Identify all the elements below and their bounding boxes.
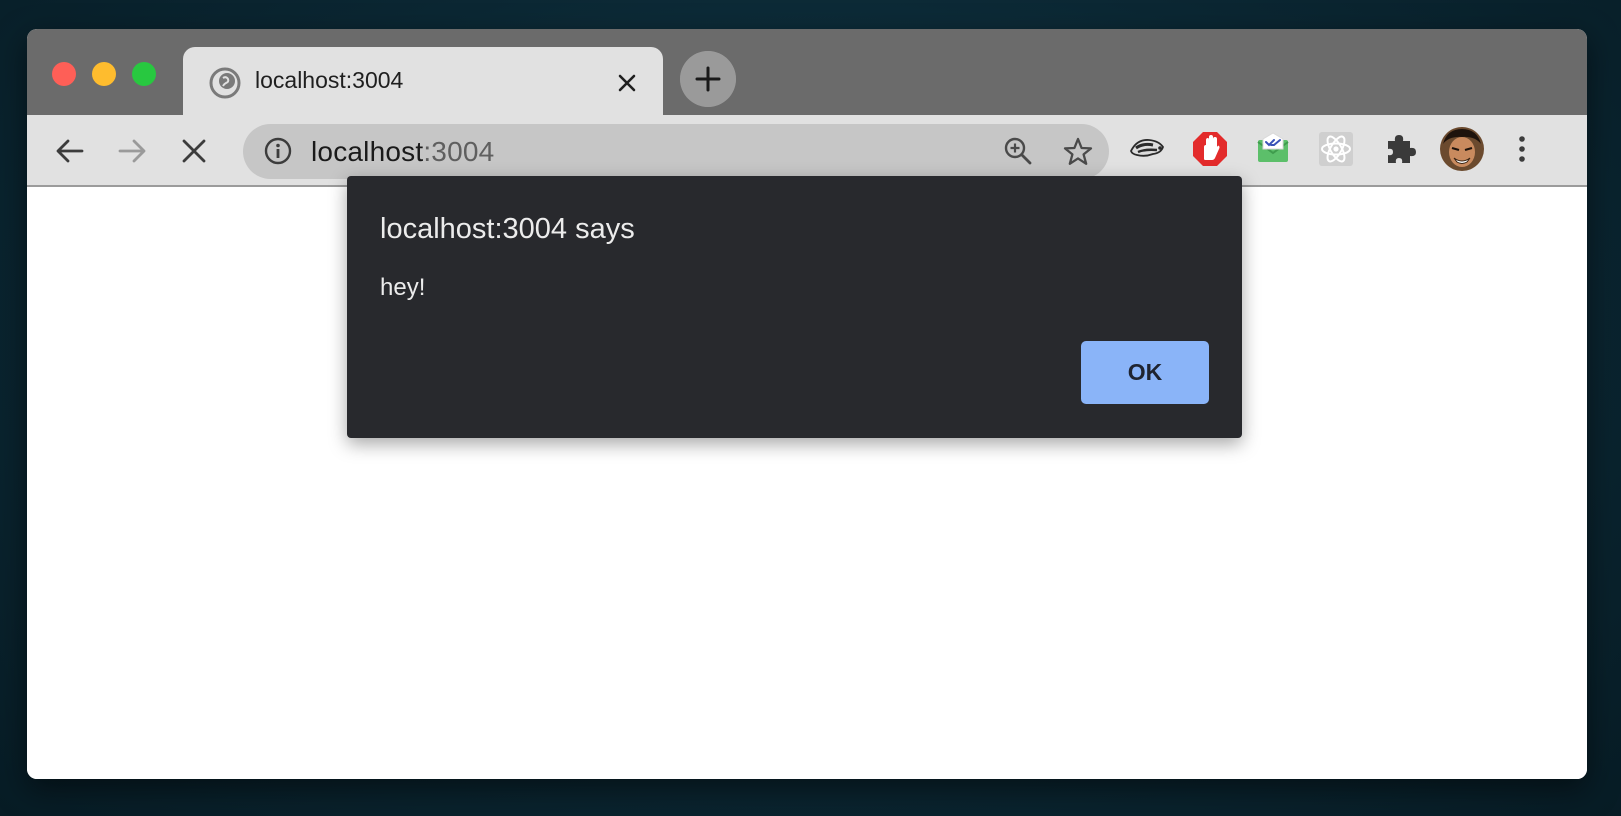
back-icon[interactable]	[51, 132, 89, 170]
globe-icon	[209, 67, 241, 99]
info-icon[interactable]	[263, 136, 293, 166]
ok-button[interactable]: OK	[1081, 341, 1209, 404]
url-host: localhost	[311, 136, 424, 167]
window-close-button[interactable]	[52, 62, 76, 86]
adblock-icon[interactable]	[1190, 129, 1230, 169]
puzzle-icon[interactable]	[1380, 129, 1420, 169]
zoom-in-icon[interactable]	[1002, 135, 1034, 167]
title-bar: localhost:3004	[27, 29, 1587, 115]
alert-dialog: localhost:3004 says hey! OK	[347, 176, 1242, 438]
stop-icon[interactable]	[175, 132, 213, 170]
address-bar[interactable]: localhost:3004	[243, 124, 1109, 179]
dialog-title: localhost:3004 says	[380, 213, 635, 245]
tab-active[interactable]: localhost:3004	[183, 47, 663, 115]
close-icon[interactable]	[613, 69, 641, 97]
dialog-message: hey!	[380, 274, 426, 301]
url-port: :3004	[423, 136, 495, 167]
react-devtools-icon[interactable]	[1316, 129, 1356, 169]
new-tab-button[interactable]	[680, 51, 736, 107]
forward-icon[interactable]	[113, 132, 151, 170]
url-text[interactable]: localhost:3004	[311, 136, 494, 168]
avatar[interactable]	[1439, 126, 1485, 172]
browser-window: localhost:3004 localhost:3004 localhost:…	[27, 29, 1587, 779]
more-options-icon[interactable]	[1502, 129, 1542, 169]
star-icon[interactable]	[1061, 135, 1095, 169]
window-minimize-button[interactable]	[92, 62, 116, 86]
window-maximize-button[interactable]	[132, 62, 156, 86]
tab-title: localhost:3004	[255, 67, 404, 93]
mail-check-icon[interactable]	[1253, 129, 1293, 169]
privacy-badger-icon[interactable]	[1127, 129, 1167, 169]
